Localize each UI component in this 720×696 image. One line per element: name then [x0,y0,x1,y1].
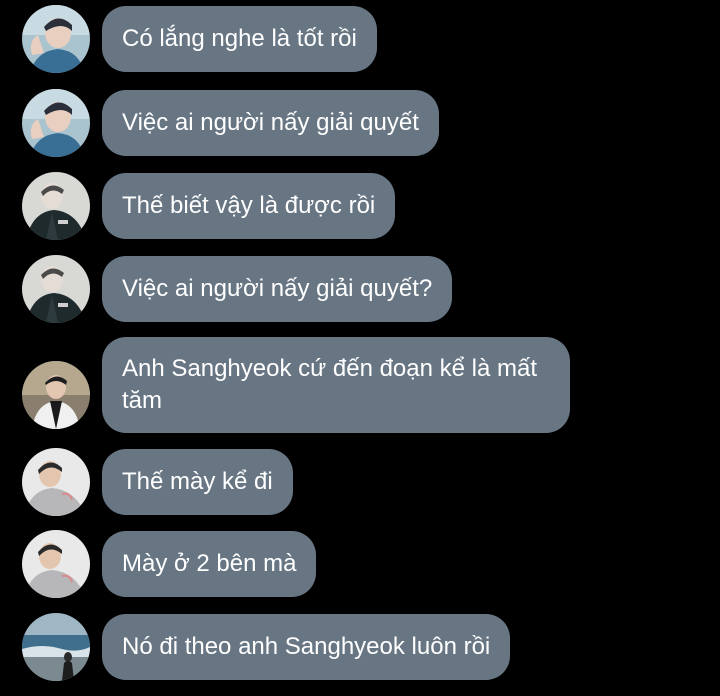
message-row: Thế mày kể đi [22,448,293,516]
avatar-person-d-icon [22,530,90,598]
message-row: Mày ở 2 bên mà [22,530,317,598]
message-bubble: Thế biết vậy là được rồi [102,173,396,239]
avatar-person-a-icon [22,89,90,157]
message-row: Việc ai người nấy giải quyết [22,89,439,157]
avatar-person-b-icon [22,255,90,323]
avatar-person-b-icon [22,172,90,240]
message-row: Việc ai người nấy giải quyết? [22,255,453,323]
message-bubble: Mày ở 2 bên mà [102,531,317,597]
message-row: Có lắng nghe là tốt rồi [22,5,377,73]
avatar[interactable] [22,255,90,323]
avatar[interactable] [22,448,90,516]
avatar[interactable] [22,89,90,157]
message-row: Nó đi theo anh Sanghyeok luôn rồi [22,613,511,681]
avatar[interactable] [22,530,90,598]
message-bubble: Anh Sanghyeok cứ đến đoạn kể là mất tăm [102,337,570,433]
avatar-person-c-icon [22,361,90,429]
message-bubble: Thế mày kể đi [102,449,293,515]
avatar-person-d-icon [22,448,90,516]
message-row: Anh Sanghyeok cứ đến đoạn kể là mất tăm [22,337,570,433]
message-row: Thế biết vậy là được rồi [22,172,396,240]
avatar[interactable] [22,172,90,240]
avatar-person-a-icon [22,5,90,73]
avatar-person-e-icon [22,613,90,681]
chat-thread: Có lắng nghe là tốt rồi Việc ai người nấ… [0,0,720,696]
avatar[interactable] [22,361,90,429]
message-bubble: Việc ai người nấy giải quyết? [102,256,453,322]
message-bubble: Nó đi theo anh Sanghyeok luôn rồi [102,614,511,680]
avatar[interactable] [22,613,90,681]
message-bubble: Có lắng nghe là tốt rồi [102,6,377,72]
message-bubble: Việc ai người nấy giải quyết [102,90,439,156]
avatar[interactable] [22,5,90,73]
